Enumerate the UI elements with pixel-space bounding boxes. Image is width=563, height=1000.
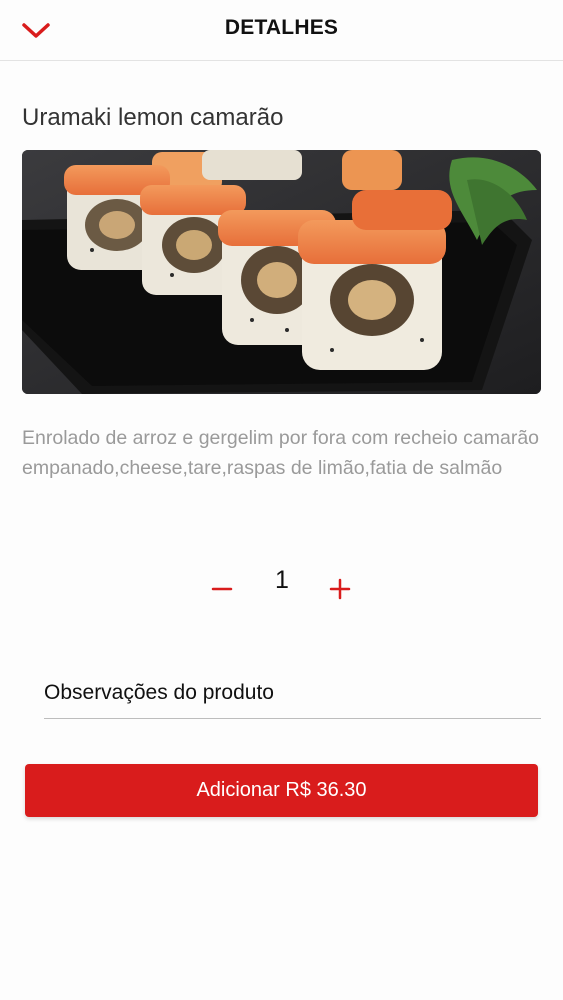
decrease-quantity-button[interactable] (204, 571, 240, 607)
observations-field[interactable] (44, 668, 541, 719)
plus-icon (329, 578, 351, 600)
product-name: Uramaki lemon camarão (22, 104, 284, 131)
minus-icon (211, 587, 233, 591)
quantity-value: 1 (275, 566, 289, 594)
increase-quantity-button[interactable] (322, 571, 358, 607)
page-title: DETALHES (224, 16, 339, 39)
add-to-cart-button[interactable]: Adicionar R$ 36.30 (25, 764, 538, 817)
product-image (22, 150, 541, 394)
top-bar: DETALHES (0, 0, 563, 61)
product-description: Enrolado de arroz e gergelim por fora co… (22, 427, 540, 479)
